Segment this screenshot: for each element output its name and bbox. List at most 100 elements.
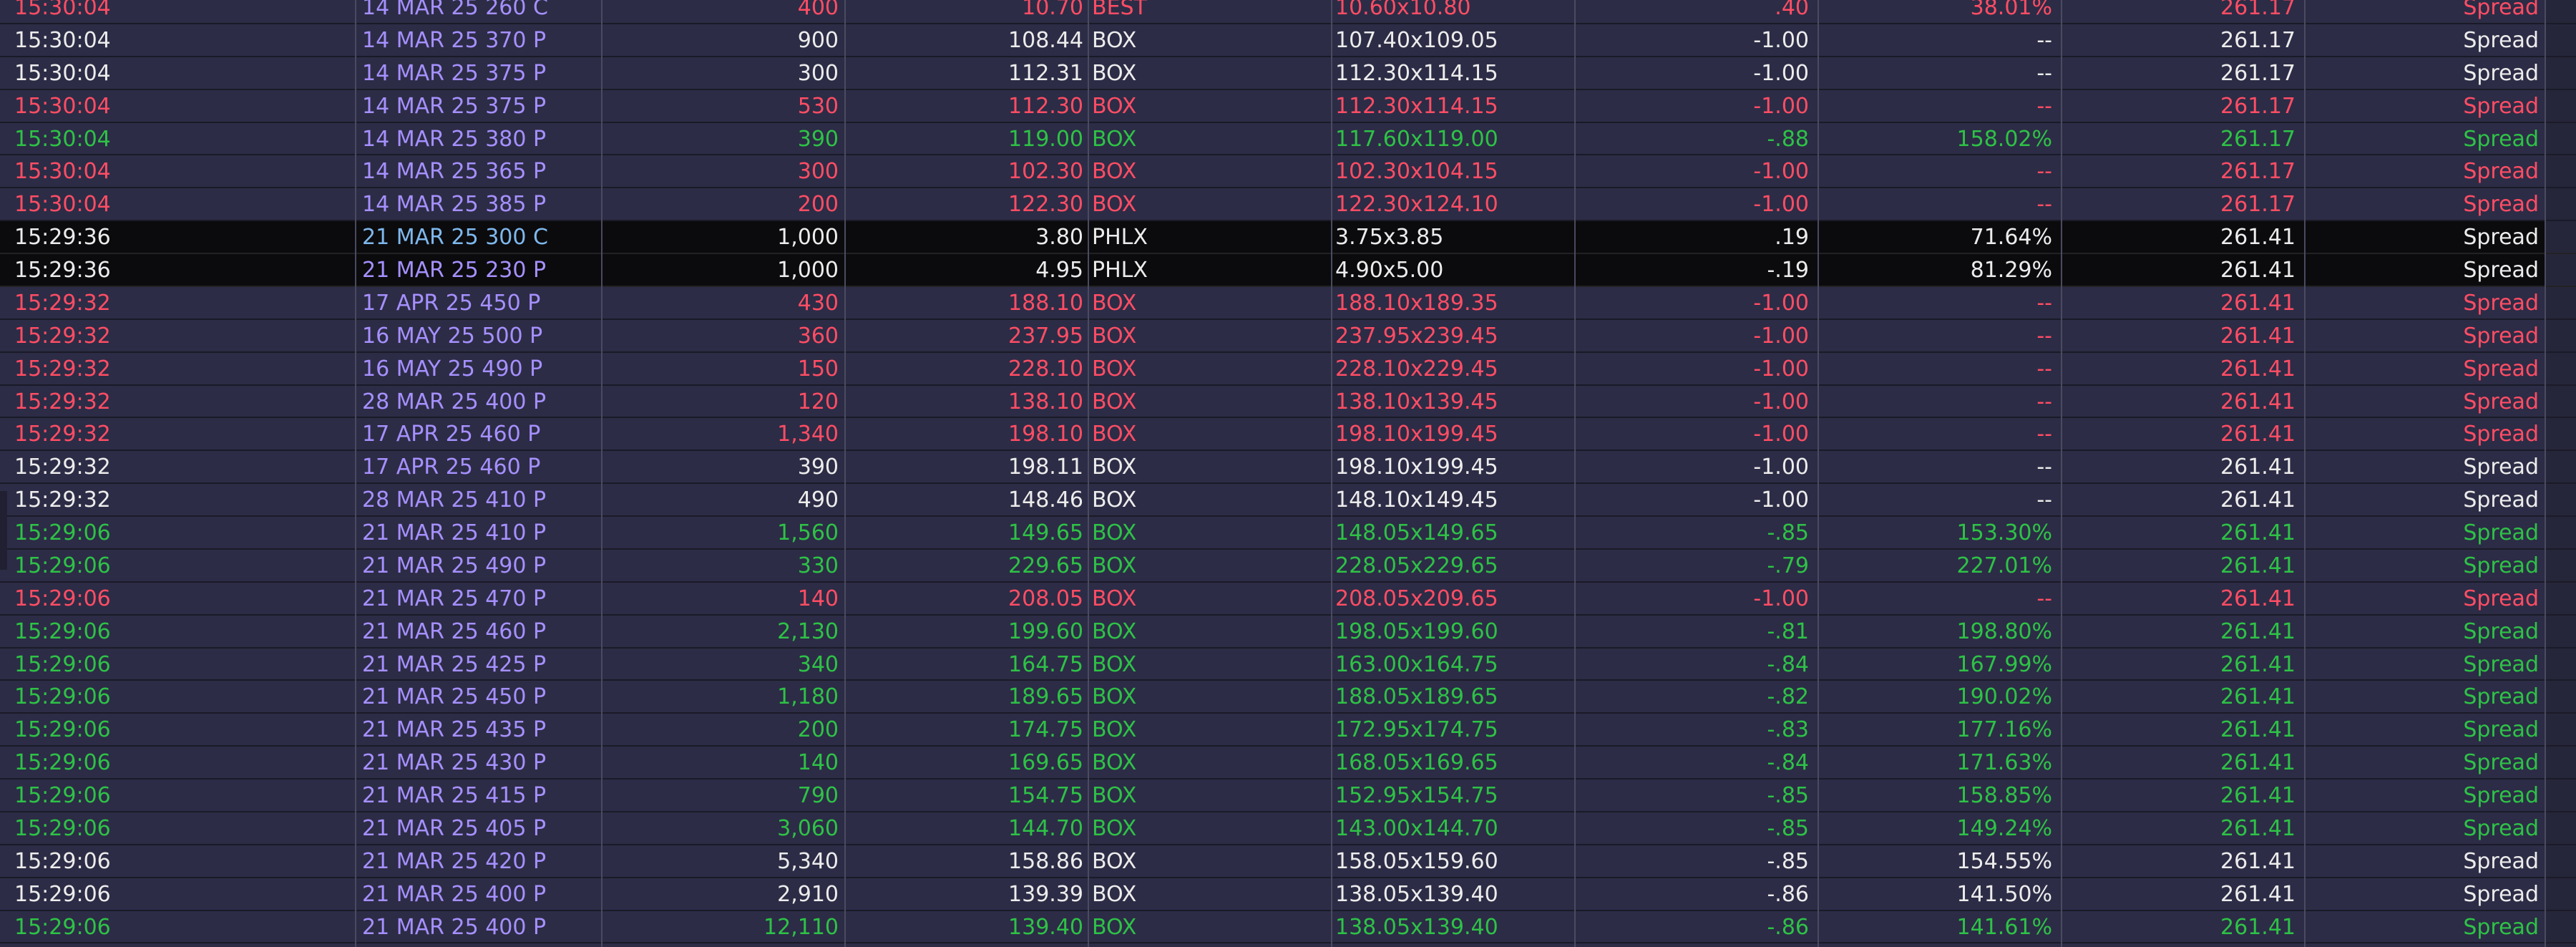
- table-row[interactable]: 15:29:32 16 MAY 25 500 P 360 237.95 BOX 237.9…: [0, 319, 2576, 353]
- implied-volatility: 167.99%: [1956, 651, 2052, 677]
- trade-time: 15:29:06: [14, 750, 111, 776]
- time-and-sales-grid: 15:30:04 14 MAR 25 260 C 400 10.70 BEST 10.60…: [0, 0, 2576, 947]
- table-row[interactable]: 15:29:32 17 APR 25 460 P 1,340 198.10 BOX 198…: [0, 418, 2576, 452]
- table-row[interactable]: 15:29:06 21 MAR 25 400 P 12,110 139.40 BOX 13…: [0, 910, 2576, 944]
- table-row[interactable]: 15:29:06 21 MAR 25 450 P 1,180 189.65 BOX 188…: [0, 681, 2576, 714]
- table-row[interactable]: 15:30:04 14 MAR 25 385 P 200 122.30 BOX 122.3…: [0, 188, 2576, 222]
- column-divider[interactable]: [1088, 0, 1089, 947]
- trade-condition: Spread: [2463, 914, 2539, 940]
- column-divider[interactable]: [601, 0, 602, 947]
- table-row[interactable]: 15:30:04 14 MAR 25 365 P 300 102.30 BOX 102.3…: [0, 155, 2576, 189]
- option-delta: -.83: [1767, 717, 1809, 743]
- option-symbol: 16 MAY 25 490 P: [362, 356, 543, 382]
- bid-ask-market: 138.10x139.45: [1335, 389, 1498, 414]
- option-delta: -.81: [1767, 618, 1809, 644]
- row-edge-filler: [2545, 878, 2576, 910]
- exchange-code: BOX: [1092, 815, 1137, 841]
- exchange-code: BOX: [1092, 192, 1137, 218]
- trade-price: 189.65: [1008, 684, 1083, 710]
- trade-quantity: 12,110: [763, 914, 839, 940]
- trade-condition: Spread: [2463, 290, 2539, 316]
- column-divider[interactable]: [2545, 0, 2546, 947]
- trade-quantity: 2,130: [777, 618, 839, 644]
- option-symbol: 14 MAR 25 380 P: [362, 126, 547, 152]
- bid-ask-market: 122.30x124.10: [1335, 192, 1498, 218]
- implied-volatility: 81.29%: [1970, 258, 2052, 283]
- table-row[interactable]: 15:29:06 21 MAR 25 460 P 2,130 199.60 BOX 198…: [0, 615, 2576, 649]
- table-row[interactable]: 15:29:06 21 MAR 25 410 P 1,560 149.65 BOX 148…: [0, 517, 2576, 550]
- exchange-code: BEST: [1088, 943, 1331, 947]
- row-edge-filler: [2545, 352, 2576, 384]
- underlying-price: 261.41: [2220, 520, 2296, 545]
- column-divider[interactable]: [1331, 0, 1332, 947]
- table-row[interactable]: 15:29:06 21 MAR 25 470 P 140 208.05 BOX 208.0…: [0, 582, 2576, 616]
- table-row[interactable]: 15:29:06 21 MAR 25 415 P 790 154.75 BOX 152.9…: [0, 780, 2576, 812]
- implied-volatility: 117.23%: [1818, 943, 2061, 947]
- table-row[interactable]: 15:30:04 14 MAR 25 375 P 530 112.30 BOX 112.3…: [0, 89, 2576, 123]
- partial-table-row[interactable]: 15:28:577 MAR 25 300 C100.08BEST.07x.08.…: [0, 943, 2576, 947]
- exchange-code: BOX: [1092, 422, 1137, 447]
- table-row[interactable]: 15:29:06 21 MAR 25 400 P 2,910 139.39 BOX 138…: [0, 878, 2576, 911]
- row-edge-filler: [2545, 254, 2576, 286]
- trade-price: 208.05: [1008, 586, 1083, 611]
- underlying-price: 261.41: [2220, 815, 2296, 841]
- underlying-price: 261.41: [2220, 225, 2296, 251]
- option-symbol: 21 MAR 25 300 C: [362, 225, 548, 251]
- table-row[interactable]: 15:30:04 14 MAR 25 380 P 390 119.00 BOX 117.6…: [0, 122, 2576, 156]
- option-symbol: 17 APR 25 460 P: [362, 455, 541, 480]
- bid-ask-market: 168.05x169.65: [1335, 750, 1498, 776]
- partial-table-row[interactable]: 15:30:04 14 MAR 25 260 C 400 10.70 BEST 10.60…: [0, 0, 2576, 24]
- option-delta: -1.00: [1753, 389, 1809, 414]
- column-divider[interactable]: [2304, 0, 2306, 947]
- table-row[interactable]: 15:29:36 21 MAR 25 230 P 1,000 4.95 PHLX 4.90…: [0, 254, 2576, 287]
- implied-volatility: --: [2036, 323, 2052, 349]
- implied-volatility: 198.80%: [1956, 618, 2052, 644]
- option-symbol: 21 MAR 25 410 P: [362, 520, 547, 545]
- bid-ask-market: 3.75x3.85: [1335, 225, 1444, 251]
- column-divider[interactable]: [2061, 0, 2062, 947]
- column-divider[interactable]: [844, 0, 846, 947]
- table-row[interactable]: 15:29:36 21 MAR 25 300 C 1,000 3.80 PHLX 3.75…: [0, 221, 2576, 254]
- table-row[interactable]: 15:30:04 14 MAR 25 370 P 900 108.44 BOX 107.4…: [0, 24, 2576, 57]
- trade-price: 139.39: [1008, 881, 1083, 907]
- table-row[interactable]: 15:29:06 21 MAR 25 435 P 200 174.75 BOX 172.9…: [0, 714, 2576, 747]
- table-row[interactable]: 15:29:32 17 APR 25 460 P 390 198.11 BOX 198.1…: [0, 451, 2576, 485]
- trade-rows: 15:30:04 14 MAR 25 260 C 400 10.70 BEST 10.60…: [0, 0, 2576, 947]
- exchange-code: BOX: [1092, 750, 1137, 776]
- table-row[interactable]: 15:29:06 21 MAR 25 490 P 330 229.65 BOX 228.0…: [0, 549, 2576, 583]
- table-row[interactable]: 15:29:32 17 APR 25 450 P 430 188.10 BOX 188.1…: [0, 286, 2576, 320]
- column-divider[interactable]: [355, 0, 356, 947]
- trade-quantity: 900: [797, 27, 839, 53]
- implied-volatility: --: [2036, 93, 2052, 119]
- trade-quantity: 140: [797, 586, 839, 611]
- table-row[interactable]: 15:30:04 14 MAR 25 375 P 300 112.31 BOX 112.3…: [0, 57, 2576, 90]
- trade-time: 15:30:04: [14, 159, 111, 185]
- column-divider[interactable]: [1818, 0, 1819, 947]
- column-divider[interactable]: [1574, 0, 1576, 947]
- trade-quantity: 330: [797, 553, 839, 578]
- underlying-price: 261.17: [2220, 159, 2296, 185]
- underlying-price: 261.17: [2220, 192, 2296, 218]
- table-row[interactable]: 15:29:32 28 MAR 25 400 P 120 138.10 BOX 138.1…: [0, 385, 2576, 419]
- option-delta: -.79: [1767, 553, 1809, 578]
- bid-ask-market: 228.05x229.65: [1335, 553, 1498, 578]
- table-row[interactable]: 15:29:06 21 MAR 25 405 P 3,060 144.70 BOX 143…: [0, 812, 2576, 845]
- underlying-price: 261.41: [2220, 914, 2296, 940]
- table-row[interactable]: 15:29:06 21 MAR 25 430 P 140 169.65 BOX 168.0…: [0, 747, 2576, 780]
- table-row[interactable]: 15:29:32 28 MAR 25 410 P 490 148.46 BOX 148.1…: [0, 484, 2576, 517]
- row-edge-filler: [2545, 221, 2576, 253]
- trade-quantity: 340: [797, 651, 839, 677]
- trade-price: 174.75: [1008, 717, 1083, 743]
- exchange-code: BOX: [1092, 717, 1137, 743]
- trade-price: 138.10: [1008, 389, 1083, 414]
- table-row[interactable]: 15:29:06 21 MAR 25 420 P 5,340 158.86 BOX 158…: [0, 845, 2576, 878]
- table-row[interactable]: 15:29:32 16 MAY 25 490 P 150 228.10 BOX 228.1…: [0, 352, 2576, 386]
- implied-volatility: 141.61%: [1956, 914, 2052, 940]
- option-symbol: 21 MAR 25 415 P: [362, 783, 547, 808]
- trade-condition: Spread: [2463, 684, 2539, 710]
- underlying-price: 261.17: [2220, 60, 2296, 86]
- row-edge-filler: [2545, 582, 2576, 614]
- table-row[interactable]: 15:29:06 21 MAR 25 425 P 340 164.75 BOX 163.0…: [0, 648, 2576, 681]
- trade-quantity: 150: [797, 356, 839, 382]
- underlying-price: 261.41: [2220, 290, 2296, 316]
